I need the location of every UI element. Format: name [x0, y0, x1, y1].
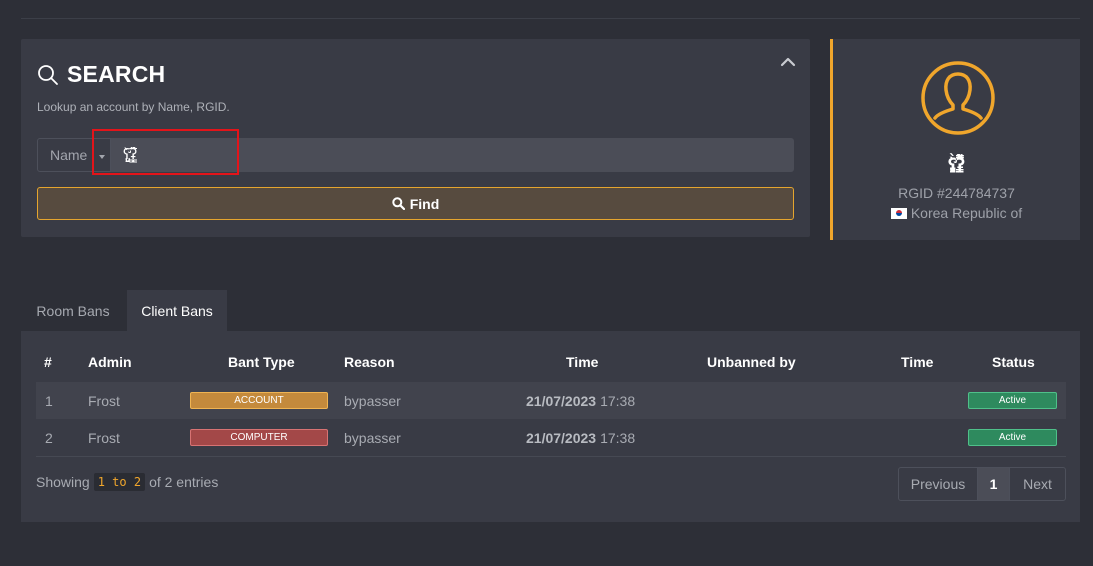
user-avatar-icon [921, 61, 995, 135]
find-button-label: Find [409, 195, 440, 212]
profile-country-label: Korea Republic of [910, 205, 1023, 221]
status-badge: Active [968, 392, 1057, 409]
column-header-ban-type[interactable]: Bant Type [228, 354, 295, 370]
table-divider [36, 456, 1066, 457]
row-number: 1 [45, 392, 53, 409]
next-page-button[interactable]: Next [1010, 468, 1065, 500]
search-subtitle: Lookup an account by Name, RGID. [37, 100, 230, 114]
ban-type-badge: ACCOUNT [190, 392, 328, 409]
profile-country: Korea Republic of [833, 205, 1080, 221]
row-clock: 17:38 [600, 392, 636, 409]
column-header-unban-time[interactable]: Time [901, 354, 933, 370]
column-header-status[interactable]: Status [992, 354, 1035, 370]
search-icon [38, 64, 58, 85]
tab-client-bans[interactable]: Client Bans [127, 290, 227, 331]
column-header-reason[interactable]: Reason [344, 354, 395, 370]
row-time: 21/07/2023 17:38 [526, 382, 635, 419]
bans-table-panel: # Admin Bant Type Reason Time Unbanned b… [21, 331, 1080, 522]
row-admin: Frost [88, 429, 120, 446]
status-badge: Active [968, 429, 1057, 446]
caret-down-icon [99, 155, 105, 159]
column-header-admin[interactable]: Admin [88, 354, 132, 370]
table-row[interactable]: 2 Frost COMPUTER bypasser 21/07/2023 17:… [36, 419, 1066, 456]
search-type-select[interactable]: Name [37, 138, 111, 172]
row-clock: 17:38 [600, 429, 636, 446]
search-field-row: Name [37, 138, 794, 172]
entries-suffix: of 2 entries [149, 474, 219, 490]
korea-flag-icon [890, 207, 907, 219]
row-date: 21/07/2023 [526, 392, 597, 409]
page-1-button[interactable]: 1 [978, 468, 1010, 500]
row-reason: bypasser [344, 392, 401, 409]
find-button[interactable]: Find [37, 187, 794, 220]
table-row[interactable]: 1 Frost ACCOUNT bypasser 21/07/2023 17:3… [36, 382, 1066, 419]
previous-page-button[interactable]: Previous [899, 468, 978, 500]
search-input[interactable] [111, 138, 794, 172]
entries-prefix: Showing [36, 474, 90, 490]
ban-type-badge: COMPUTER [190, 429, 328, 446]
row-date: 21/07/2023 [526, 429, 597, 446]
row-number: 2 [45, 429, 53, 446]
profile-rgid: RGID #244784737 [898, 185, 1015, 201]
tab-room-bans[interactable]: Room Bans [21, 290, 125, 331]
column-header-unbanned-by[interactable]: Unbanned by [707, 354, 796, 370]
entries-info: Showing 1 to 2 of 2 entries [36, 473, 218, 491]
search-panel: SEARCH Lookup an account by Name, RGID. … [21, 39, 810, 237]
search-title: SEARCH [67, 61, 166, 87]
column-header-number[interactable]: # [44, 354, 52, 370]
top-divider [21, 18, 1080, 19]
entries-range: 1 to 2 [93, 473, 146, 491]
profile-name: ʕ̡̢̡̢̛̛̀̀ʡ̳̳͓̳͓̳̀̀͌̿̿̿͌͌̿͌ [947, 155, 966, 173]
pagination: Previous 1 Next [898, 467, 1066, 501]
row-time: 21/07/2023 17:38 [526, 419, 635, 456]
row-reason: bypasser [344, 429, 401, 446]
profile-card: ʕ̡̢̡̢̛̛̀̀ʡ̳̳͓̳͓̳̀̀͌̿̿̿͌͌̿͌ RGID #2447847… [830, 39, 1080, 240]
chevron-up-icon[interactable] [780, 55, 796, 69]
search-type-label: Name [50, 147, 88, 163]
search-icon [392, 197, 405, 210]
column-header-time[interactable]: Time [566, 354, 598, 370]
search-header: SEARCH [37, 61, 165, 88]
row-admin: Frost [88, 392, 120, 409]
